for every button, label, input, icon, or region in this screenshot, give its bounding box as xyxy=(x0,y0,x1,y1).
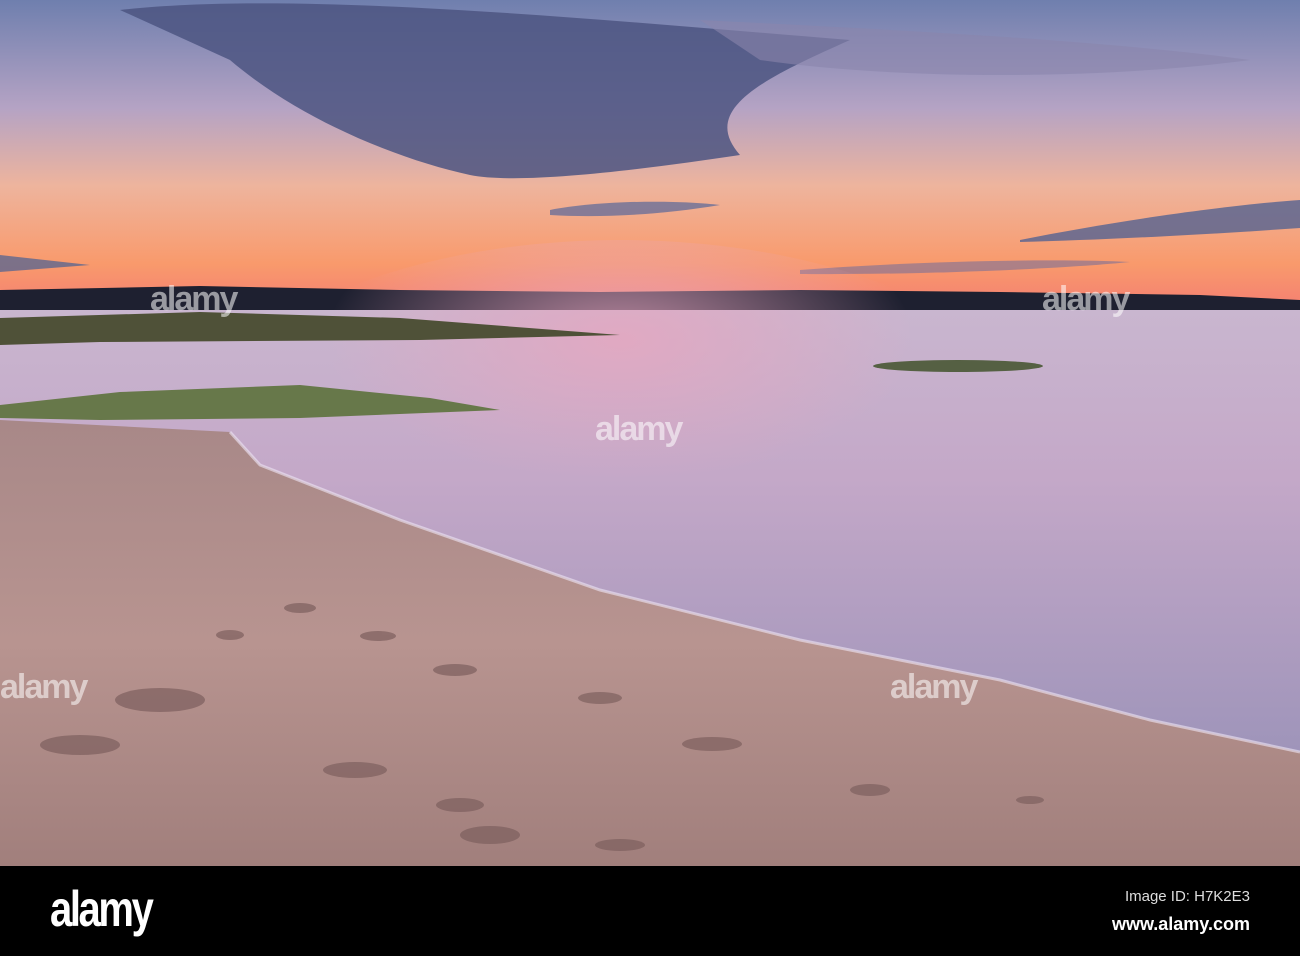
footer-bar: alamy Image ID: H7K2E3 www.alamy.com xyxy=(0,866,1300,956)
watermark: alamy xyxy=(0,668,88,706)
site-url: www.alamy.com xyxy=(1111,914,1250,934)
alamy-logo: alamy xyxy=(50,881,154,937)
watermark: alamy xyxy=(1042,280,1130,318)
stock-photo-page: alamy alamy alamy alamy alamy alamy Imag… xyxy=(0,0,1300,956)
watermark: alamy xyxy=(890,668,978,706)
watermark: alamy xyxy=(595,410,683,448)
image-id: Image ID: H7K2E3 xyxy=(1124,888,1250,905)
watermark: alamy xyxy=(150,280,238,318)
